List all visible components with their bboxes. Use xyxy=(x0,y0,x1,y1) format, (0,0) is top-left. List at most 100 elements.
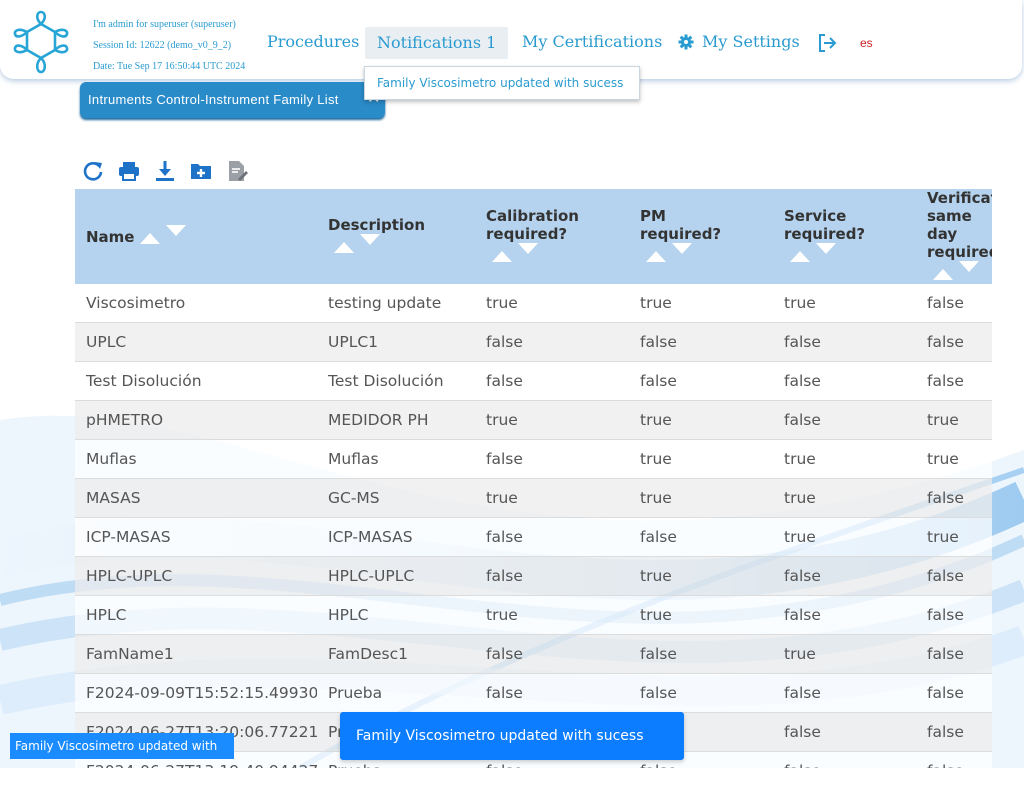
sort-controls xyxy=(790,243,836,266)
table-cell: true xyxy=(629,400,773,440)
table-cell: true xyxy=(916,400,992,440)
nav-settings-label: My Settings xyxy=(702,32,800,51)
table-cell: true xyxy=(773,517,916,557)
add-folder-icon[interactable] xyxy=(190,160,212,182)
table-cell: ICP-MASAS xyxy=(75,517,317,557)
table-cell: UPLC1 xyxy=(317,322,475,362)
nav-certifications[interactable]: My Certifications xyxy=(522,32,662,51)
column-header-label: Name xyxy=(86,227,135,246)
table-cell: false xyxy=(773,673,916,713)
column-header-label: PM required? xyxy=(640,207,722,243)
sort-ascending-icon[interactable] xyxy=(646,251,666,262)
column-header: Name xyxy=(75,189,317,284)
table-row[interactable]: pHMETRO MEDIDOR PH true true false true xyxy=(75,400,992,440)
table-cell: true xyxy=(773,284,916,323)
table-cell: HPLC-UPLC xyxy=(317,556,475,596)
sort-ascending-icon[interactable] xyxy=(933,269,953,280)
table-cell: true xyxy=(773,478,916,518)
language-switch[interactable]: es xyxy=(860,36,873,50)
sort-controls xyxy=(933,261,979,284)
session-date: Date: Tue Sep 17 16:50:44 UTC 2024 xyxy=(93,61,246,72)
table-row[interactable]: UPLC UPLC1 false false false false xyxy=(75,322,992,362)
sort-descending-icon[interactable] xyxy=(959,261,979,272)
table-cell: false xyxy=(916,595,992,635)
table-cell: false xyxy=(773,556,916,596)
table-row[interactable]: Muflas Muflas false true true true xyxy=(75,439,992,479)
print-icon[interactable] xyxy=(118,160,140,182)
table-cell: ICP-MASAS xyxy=(317,517,475,557)
session-user: I'm admin for superuser (superuser) xyxy=(93,19,236,30)
sort-descending-icon[interactable] xyxy=(166,225,187,236)
table-cell: UPLC xyxy=(75,322,317,362)
nav-procedures[interactable]: Procedures xyxy=(267,32,359,51)
table-cell: false xyxy=(916,322,992,362)
nav-settings[interactable]: My Settings xyxy=(678,32,800,51)
logout-icon[interactable] xyxy=(817,33,837,53)
table-cell: false xyxy=(773,322,916,362)
sort-ascending-icon[interactable] xyxy=(790,251,810,262)
table-cell: true xyxy=(475,595,629,635)
table-cell: HPLC-UPLC xyxy=(75,556,317,596)
table-row[interactable]: ICP-MASAS ICP-MASAS false false true true xyxy=(75,517,992,557)
sort-controls xyxy=(334,234,380,257)
sort-controls xyxy=(492,243,538,266)
table-row[interactable]: HPLC HPLC true true false false xyxy=(75,595,992,635)
table-cell: true xyxy=(773,439,916,479)
column-header: Service required? xyxy=(773,189,916,284)
table-cell: false xyxy=(629,634,773,674)
table-cell: false xyxy=(916,478,992,518)
gear-icon xyxy=(678,34,694,49)
sort-descending-icon[interactable] xyxy=(672,243,692,254)
table-cell: true xyxy=(629,478,773,518)
table-cell: FamDesc1 xyxy=(317,634,475,674)
column-header: Description xyxy=(317,189,475,284)
sort-descending-icon[interactable] xyxy=(518,243,538,254)
table-row[interactable]: Test Disolución Test Disolución false false… xyxy=(75,361,992,401)
sort-ascending-icon[interactable] xyxy=(334,242,354,254)
table-cell: true xyxy=(475,478,629,518)
table-row[interactable]: F2024-09-09T15:52:15.499303 Prueba false fa… xyxy=(75,673,992,713)
session-info: I'm admin for superuser (superuser) Sess… xyxy=(93,14,245,77)
table-row[interactable]: Viscosimetro testing update true true true fa… xyxy=(75,284,992,323)
table-cell: false xyxy=(475,361,629,401)
table-row[interactable]: HPLC-UPLC HPLC-UPLC false true false false xyxy=(75,556,992,596)
table-cell: FamName1 xyxy=(75,634,317,674)
table-cell: true xyxy=(916,517,992,557)
table-cell: true xyxy=(629,284,773,323)
table-row[interactable]: FamName1 FamDesc1 false false true false xyxy=(75,634,992,674)
sort-ascending-icon[interactable] xyxy=(140,233,161,244)
table-cell: false xyxy=(629,673,773,713)
column-header-label: Service required? xyxy=(784,207,866,243)
sort-descending-icon[interactable] xyxy=(360,234,380,246)
table-cell: MEDIDOR PH xyxy=(317,400,475,440)
table-cell: false xyxy=(475,517,629,557)
table-cell: Test Disolución xyxy=(75,361,317,401)
sort-controls xyxy=(140,225,187,248)
table-cell: Viscosimetro xyxy=(75,284,317,323)
table-cell: false xyxy=(629,361,773,401)
table-cell: false xyxy=(475,556,629,596)
toast-message-center: Family Viscosimetro updated with sucess xyxy=(340,712,684,760)
tab-label: Intruments Control-Instrument Family Lis… xyxy=(88,92,339,107)
table-cell: false xyxy=(916,361,992,401)
sort-descending-icon[interactable] xyxy=(816,243,836,254)
tab-instrument-family-list[interactable]: Intruments Control-Instrument Family Lis… xyxy=(80,82,385,118)
column-header: Verification same day required? xyxy=(916,189,992,284)
instrument-family-table: Name Description Calibration required? PM r… xyxy=(75,189,992,768)
nav-notifications[interactable]: Notifications 1 xyxy=(365,27,509,59)
table-cell: false xyxy=(916,556,992,596)
refresh-icon[interactable] xyxy=(82,160,104,182)
sort-ascending-icon[interactable] xyxy=(492,251,512,262)
table-cell: false xyxy=(916,673,992,713)
download-icon[interactable] xyxy=(154,160,176,182)
column-header: PM required? xyxy=(629,189,773,284)
table-cell: pHMETRO xyxy=(75,400,317,440)
table-cell: false xyxy=(475,439,629,479)
table-row[interactable]: MASAS GC-MS true true true false xyxy=(75,478,992,518)
table-cell: GC-MS xyxy=(317,478,475,518)
table-cell: false xyxy=(475,322,629,362)
edit-document-icon[interactable] xyxy=(226,160,248,182)
table-cell: false xyxy=(475,673,629,713)
table-cell: false xyxy=(773,595,916,635)
notification-item[interactable]: Family Viscosimetro updated with sucess xyxy=(364,66,640,100)
